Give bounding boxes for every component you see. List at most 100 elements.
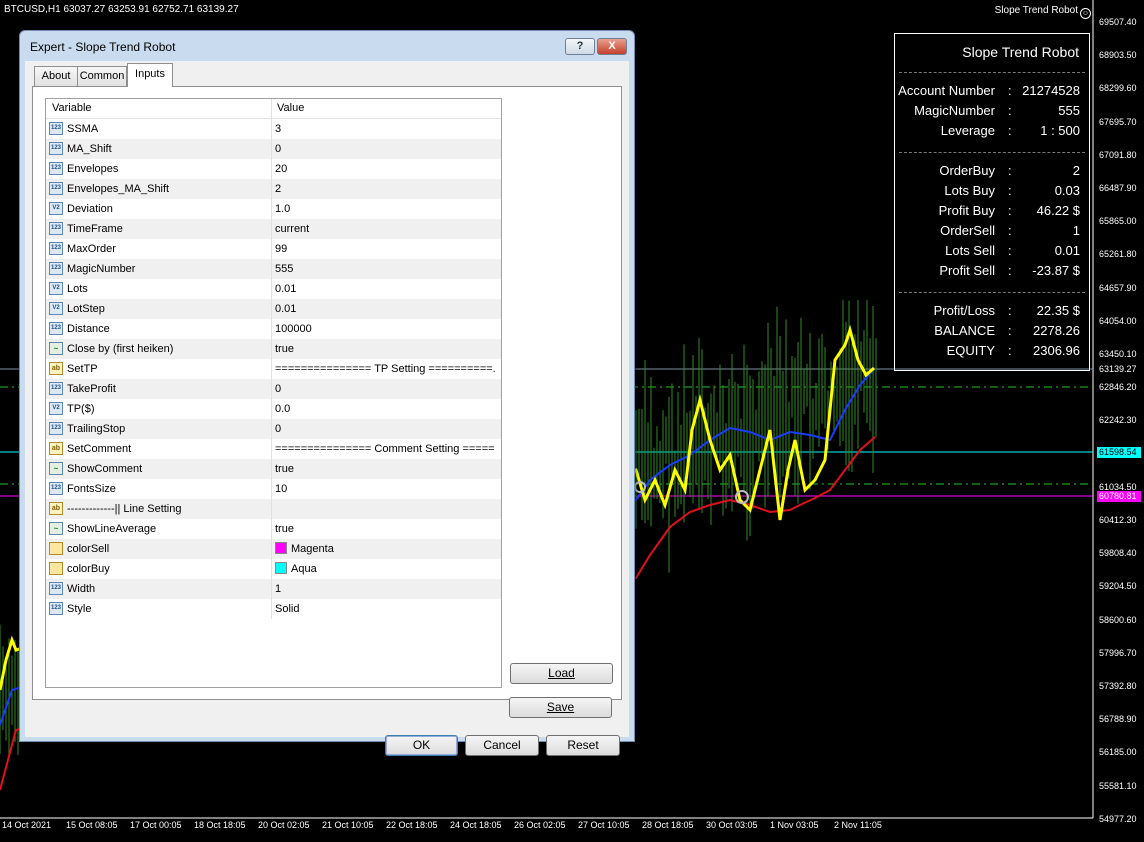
info-divider bbox=[899, 292, 1085, 293]
price-scale-label: 57996.70 bbox=[1099, 647, 1137, 658]
current-price-badge: 63139.27 bbox=[1097, 364, 1141, 375]
variable-value[interactable]: =============== TP Setting ==========... bbox=[275, 359, 495, 379]
integer-type-icon: 123 bbox=[49, 222, 63, 235]
info-value: 1 bbox=[1072, 223, 1080, 238]
info-label: BALANCE bbox=[934, 323, 995, 338]
load-button[interactable]: Load bbox=[510, 663, 613, 684]
info-label: OrderSell bbox=[940, 223, 995, 238]
table-row[interactable]: 123 Style Solid bbox=[46, 599, 501, 619]
table-row[interactable]: 123 SSMA 3 bbox=[46, 119, 501, 139]
price-scale-label: 59204.50 bbox=[1099, 581, 1137, 592]
close-button[interactable]: X bbox=[597, 38, 627, 55]
variable-value[interactable]: 0 bbox=[275, 139, 495, 159]
variable-value[interactable]: 99 bbox=[275, 239, 495, 259]
ok-button[interactable]: OK bbox=[385, 735, 458, 756]
save-button[interactable]: Save bbox=[509, 697, 612, 718]
buy-line-badge: 61598.54 bbox=[1097, 447, 1141, 458]
table-row[interactable]: ab -------------|| Line Setting bbox=[46, 499, 501, 519]
table-row[interactable]: 123 Envelopes_MA_Shift 2 bbox=[46, 179, 501, 199]
variable-value[interactable]: 0 bbox=[275, 379, 495, 399]
column-header-variable[interactable]: Variable bbox=[52, 99, 92, 118]
table-row[interactable]: 123 MA_Shift 0 bbox=[46, 139, 501, 159]
variable-value[interactable]: 20 bbox=[275, 159, 495, 179]
table-row[interactable]: 123 Envelopes 20 bbox=[46, 159, 501, 179]
variable-value[interactable]: =============== Comment Setting =====... bbox=[275, 439, 495, 459]
variable-value[interactable]: 555 bbox=[275, 259, 495, 279]
variable-value[interactable]: 0.01 bbox=[275, 299, 495, 319]
cell-value-text: 0.0 bbox=[275, 403, 291, 415]
price-scale-label: 66487.90 bbox=[1099, 183, 1137, 193]
cell-separator bbox=[271, 259, 272, 279]
variable-value[interactable]: Solid bbox=[275, 599, 495, 619]
table-row[interactable]: 123 MagicNumber 555 bbox=[46, 259, 501, 279]
table-row[interactable]: V2 Deviation 1.0 bbox=[46, 199, 501, 219]
info-label: Lots Sell bbox=[945, 243, 995, 258]
price-scale-label: 67695.70 bbox=[1099, 116, 1137, 127]
table-row[interactable]: 123 Distance 100000 bbox=[46, 319, 501, 339]
variable-value[interactable]: 1 bbox=[275, 579, 495, 599]
table-row[interactable]: 123 TimeFrame current bbox=[46, 219, 501, 239]
integer-type-icon: 123 bbox=[49, 162, 63, 175]
cancel-button[interactable]: Cancel bbox=[465, 735, 539, 756]
column-separator[interactable] bbox=[271, 99, 272, 118]
table-row[interactable]: ~ ShowLineAverage true bbox=[46, 519, 501, 539]
variable-value[interactable]: 0.0 bbox=[275, 399, 495, 419]
double-type-icon: V2 bbox=[49, 302, 63, 315]
time-scale-label: 2 Nov 11:05 bbox=[834, 820, 882, 830]
table-row[interactable]: V2 Lots 0.01 bbox=[46, 279, 501, 299]
cell-separator bbox=[271, 399, 272, 419]
table-row[interactable]: ~ ShowComment true bbox=[46, 459, 501, 479]
table-row[interactable]: ab SetTP =============== TP Setting ======… bbox=[46, 359, 501, 379]
variable-value[interactable]: 100000 bbox=[275, 319, 495, 339]
variable-value[interactable]: Aqua bbox=[275, 559, 495, 579]
table-row[interactable]: 123 TakeProfit 0 bbox=[46, 379, 501, 399]
integer-type-icon: 123 bbox=[49, 482, 63, 495]
info-label: Lots Buy bbox=[944, 183, 995, 198]
smiley-icon: ☺ bbox=[1080, 8, 1091, 19]
cell-value-text: 1.0 bbox=[275, 203, 291, 215]
info-row: OrderSell: 1 bbox=[895, 223, 1091, 241]
variable-value[interactable]: true bbox=[275, 339, 495, 359]
dialog-titlebar[interactable]: Expert - Slope Trend Robot ? X bbox=[20, 31, 634, 61]
integer-type-icon: 123 bbox=[49, 142, 63, 155]
variable-value[interactable]: 1.0 bbox=[275, 199, 495, 219]
inputs-panel: Variable Value 123 SSMA 3 123 MA_Shift 0 123 En… bbox=[32, 86, 622, 700]
table-row[interactable]: 123 Width 1 bbox=[46, 579, 501, 599]
expert-advisor-name[interactable]: Slope Trend Robot ☺ bbox=[995, 5, 1091, 19]
variable-value[interactable]: current bbox=[275, 219, 495, 239]
table-row[interactable]: V2 TP($) 0.0 bbox=[46, 399, 501, 419]
variable-value[interactable]: 0 bbox=[275, 419, 495, 439]
table-row[interactable]: ab SetComment =============== Comment Sett… bbox=[46, 439, 501, 459]
price-scale-label: 58600.60 bbox=[1099, 614, 1137, 625]
tab-common[interactable]: Common bbox=[77, 66, 127, 86]
table-row[interactable]: colorBuy Aqua bbox=[46, 559, 501, 579]
info-label: MagicNumber bbox=[914, 103, 995, 118]
variable-name: TrailingStop bbox=[67, 423, 126, 435]
variable-value[interactable]: 3 bbox=[275, 119, 495, 139]
column-header-value[interactable]: Value bbox=[277, 99, 304, 118]
boolean-type-icon: ~ bbox=[49, 522, 63, 535]
cell-separator bbox=[271, 559, 272, 579]
variable-value[interactable]: 0.01 bbox=[275, 279, 495, 299]
info-label: Leverage bbox=[940, 123, 995, 138]
variable-value[interactable]: true bbox=[275, 519, 495, 539]
variable-value[interactable]: 10 bbox=[275, 479, 495, 499]
table-row[interactable]: ~ Close by (first heiken) true bbox=[46, 339, 501, 359]
cell-value-text: 0.01 bbox=[275, 283, 297, 295]
variable-value[interactable]: Magenta bbox=[275, 539, 495, 559]
price-scale-label: 64657.90 bbox=[1099, 282, 1137, 293]
inputs-table[interactable]: Variable Value 123 SSMA 3 123 MA_Shift 0 123 En… bbox=[45, 98, 502, 688]
tab-about[interactable]: About bbox=[34, 66, 78, 86]
time-scale-label: 30 Oct 03:05 bbox=[706, 820, 758, 830]
table-row[interactable]: colorSell Magenta bbox=[46, 539, 501, 559]
table-row[interactable]: 123 MaxOrder 99 bbox=[46, 239, 501, 259]
variable-value[interactable]: 2 bbox=[275, 179, 495, 199]
tab-inputs[interactable]: Inputs bbox=[127, 63, 173, 87]
variable-value[interactable]: true bbox=[275, 459, 495, 479]
help-button[interactable]: ? bbox=[565, 38, 595, 55]
table-row[interactable]: 123 TrailingStop 0 bbox=[46, 419, 501, 439]
table-row[interactable]: V2 LotStep 0.01 bbox=[46, 299, 501, 319]
reset-button[interactable]: Reset bbox=[546, 735, 620, 756]
table-row[interactable]: 123 FontsSize 10 bbox=[46, 479, 501, 499]
price-scale-label: 56185.00 bbox=[1099, 747, 1137, 758]
